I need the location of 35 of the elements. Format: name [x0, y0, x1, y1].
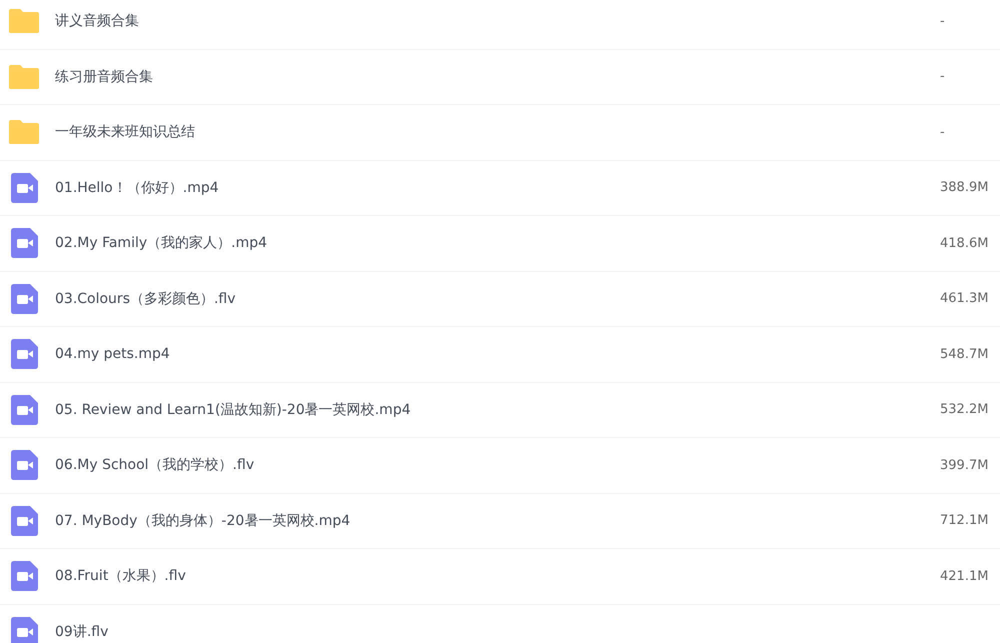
video-file-icon — [10, 394, 38, 425]
file-name[interactable]: 练习册音频合集 — [55, 68, 940, 86]
file-size: 548.7M — [940, 346, 990, 362]
file-size: - — [940, 14, 946, 29]
file-size: 532.2M — [940, 402, 990, 418]
video-file-icon — [10, 284, 38, 314]
video-file-icon — [10, 506, 38, 536]
video-file-icon — [10, 561, 38, 592]
file-name[interactable]: 02.My Family（我的家人）.mp4 — [55, 234, 940, 252]
file-size: - — [940, 69, 946, 84]
file-size: 461.3M — [940, 291, 990, 306]
file-size: 712.1M — [940, 513, 990, 528]
file-name[interactable]: 讲义音频合集 — [55, 12, 940, 30]
file-name[interactable]: 01.Hello！（你好）.mp4 — [55, 178, 940, 197]
video-file-icon — [10, 228, 38, 258]
file-size: 421.1M — [940, 568, 990, 584]
file-name[interactable]: 05. Review and Learn1(温故知新)-20暑一英网校.mp4 — [55, 400, 940, 419]
file-name[interactable]: 03.Colours（多彩颜色）.flv — [55, 290, 940, 308]
folder-icon — [8, 64, 40, 90]
file-name[interactable]: 07. MyBody（我的身体）-20暑一英网校.mp4 — [55, 512, 940, 530]
file-name[interactable]: 09讲.flv — [55, 622, 1000, 641]
folder-icon — [8, 119, 40, 146]
file-size: 418.6M — [940, 236, 990, 251]
file-name[interactable]: 08.Fruit（水果）.flv — [55, 567, 940, 586]
video-file-icon — [10, 450, 38, 480]
file-size: 399.7M — [940, 458, 990, 473]
video-file-icon — [10, 616, 38, 643]
file-name[interactable]: 06.My School（我的学校）.flv — [55, 456, 940, 474]
folder-icon — [8, 8, 40, 34]
file-name[interactable]: 04.my pets.mp4 — [55, 346, 940, 362]
file-size: - — [940, 124, 946, 140]
video-file-icon — [10, 172, 38, 203]
video-file-icon — [10, 339, 38, 370]
file-size: 388.9M — [940, 180, 990, 196]
file-name[interactable]: 一年级未来班知识总结 — [55, 123, 940, 142]
